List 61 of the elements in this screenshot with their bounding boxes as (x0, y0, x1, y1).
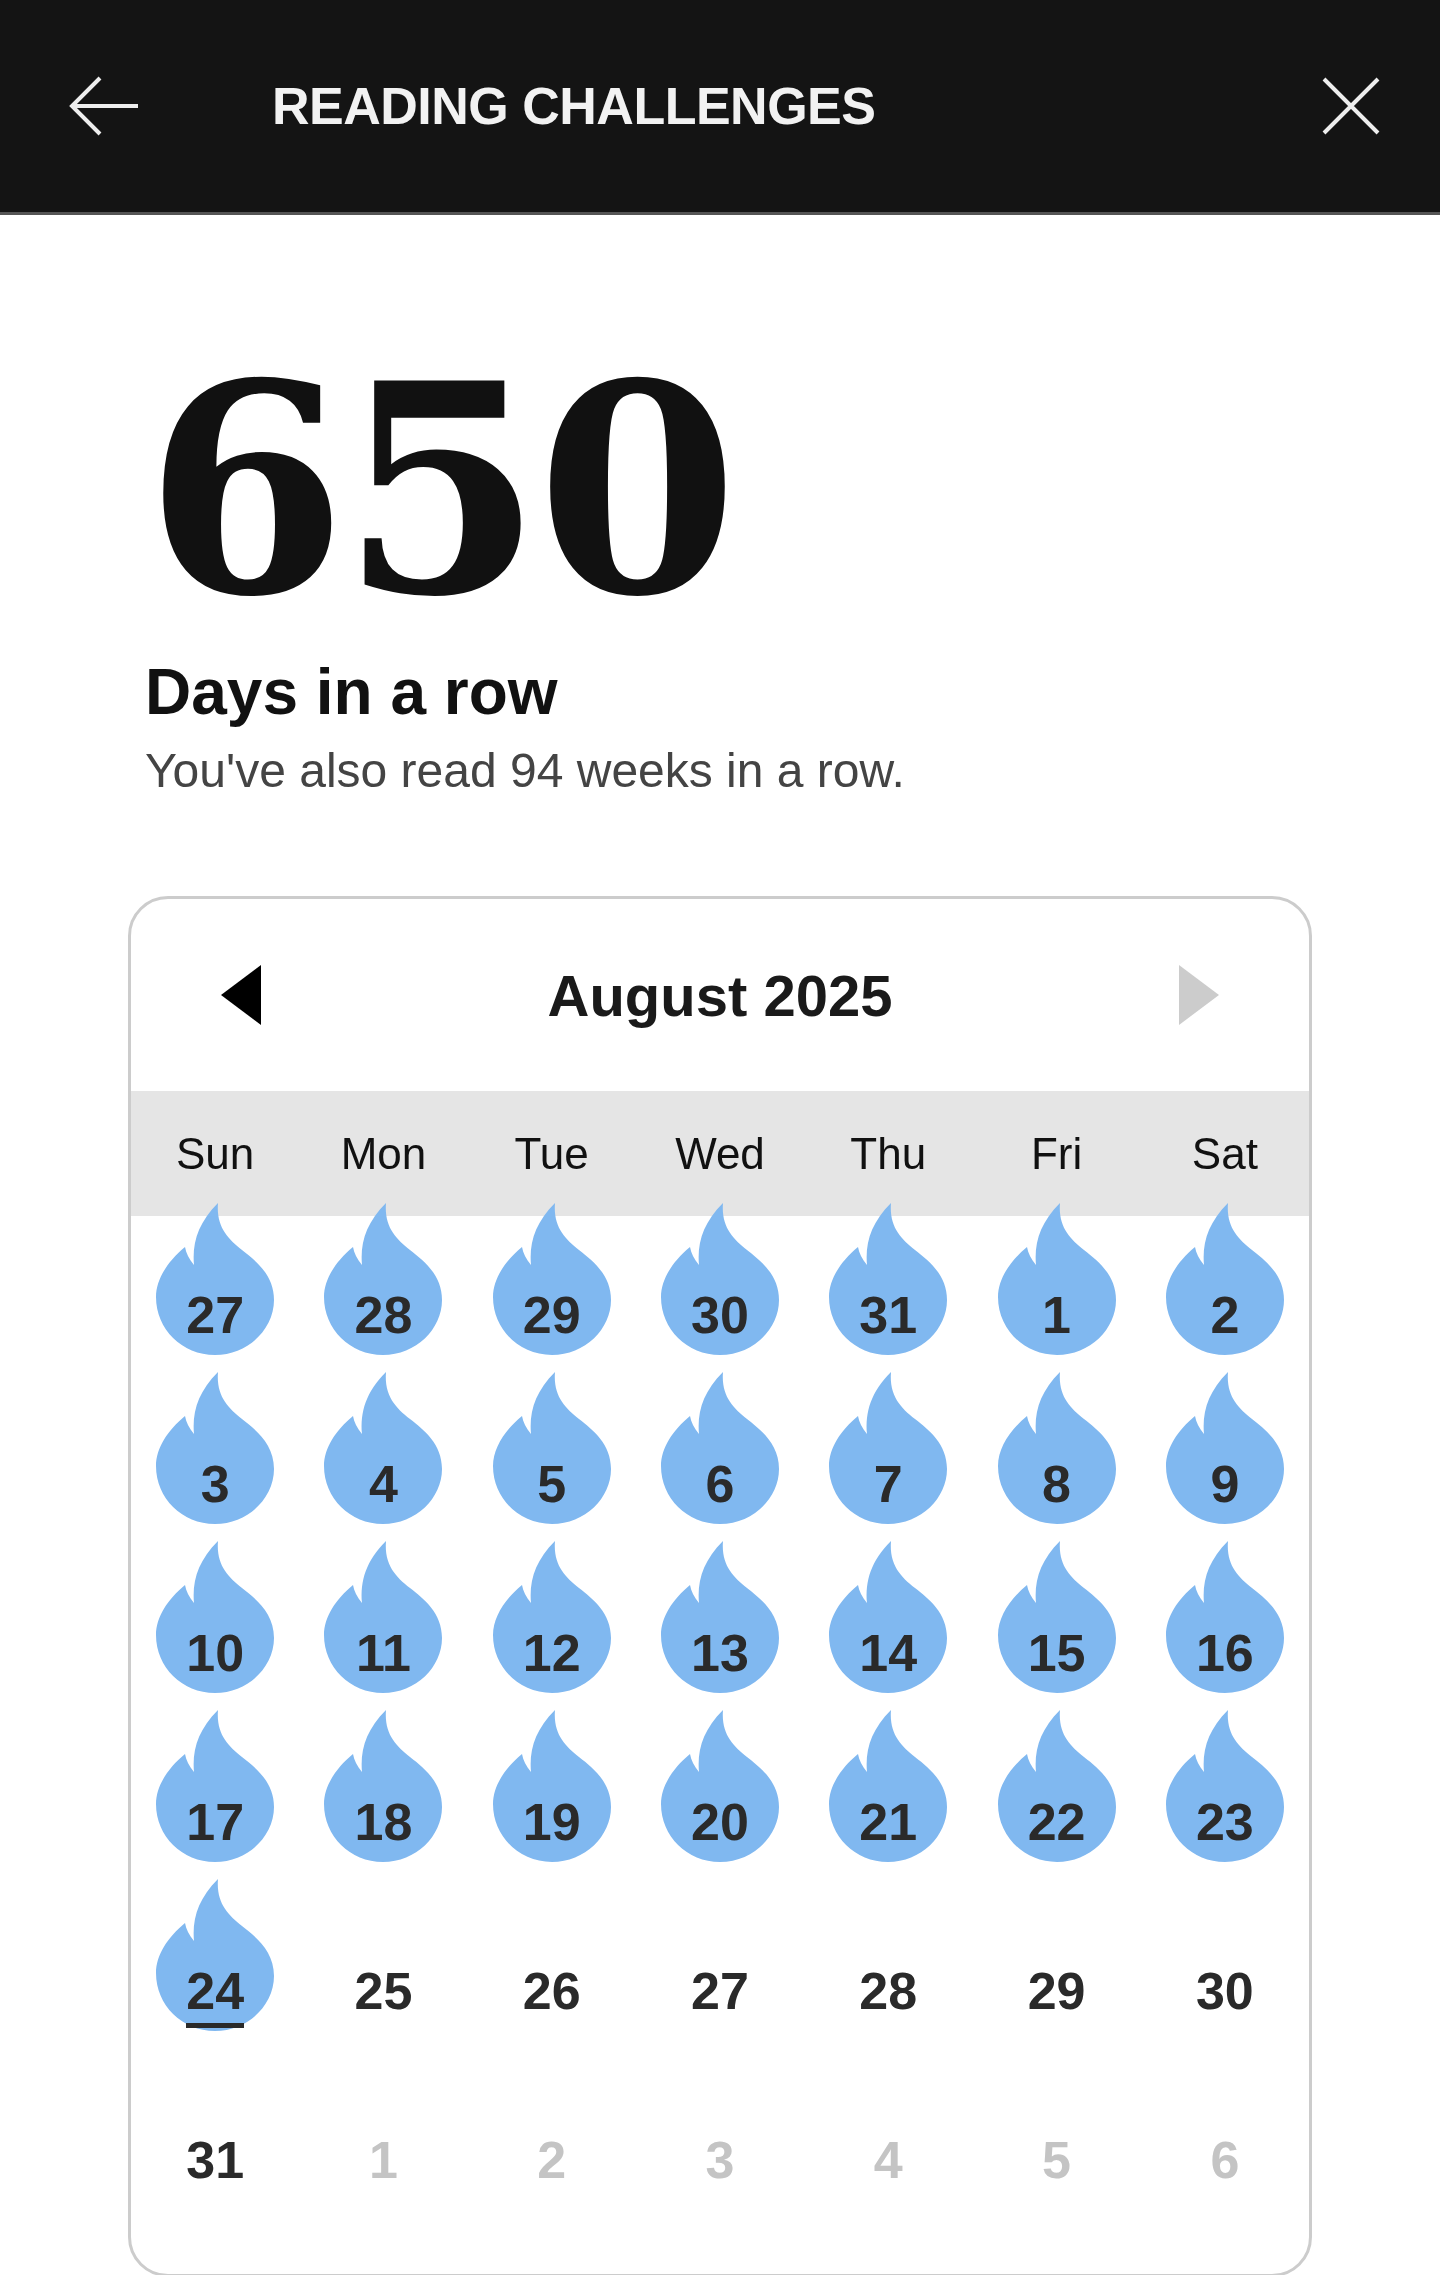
page-title: READING CHALLENGES (272, 76, 877, 136)
weekday-label: Mon (340, 1128, 427, 1179)
calendar-day[interactable]: 6 (705, 1457, 735, 1521)
calendar-day[interactable]: 9 (1210, 1457, 1240, 1521)
calendar-day[interactable]: 5 (537, 1457, 567, 1521)
flame-icon (829, 1540, 948, 1693)
calendar-day[interactable]: 31 (186, 2133, 245, 2197)
flame-icon (1165, 1709, 1284, 1862)
flame-icon (661, 1371, 779, 1524)
calendar-day[interactable]: 25 (354, 1964, 413, 2028)
flame-icon (1165, 1371, 1284, 1524)
flame-icon (997, 1371, 1116, 1524)
calendar-day[interactable]: 8 (1042, 1457, 1071, 1521)
back-icon[interactable] (68, 74, 140, 138)
flame-icon (661, 1709, 779, 1862)
flame-icon (1165, 1540, 1284, 1693)
flame-icon (492, 1371, 611, 1524)
flame-icon (156, 1878, 275, 2031)
flame-icon (324, 1709, 443, 1862)
flame-icon (997, 1202, 1116, 1355)
flame-icon (324, 1202, 443, 1355)
calendar-day[interactable]: 2 (1210, 1288, 1240, 1352)
flame-icon (829, 1371, 948, 1524)
flame-icon (492, 1202, 611, 1355)
close-icon[interactable] (1322, 77, 1380, 135)
calendar-day[interactable]: 7 (873, 1457, 903, 1521)
calendar-day[interactable]: 26 (522, 1964, 581, 2028)
flame-icon (156, 1709, 275, 1862)
streak-label: Days in a row (145, 655, 559, 729)
flame-icon (1165, 1202, 1284, 1355)
flame-icon (997, 1540, 1116, 1693)
flame-icon (492, 1709, 611, 1862)
flame-icon (661, 1202, 779, 1355)
weekday-label: Thu (850, 1128, 927, 1179)
calendar-day[interactable]: 1 (1042, 1288, 1071, 1352)
calendar-day[interactable]: 27 (691, 1964, 749, 2028)
flame-icon (156, 1371, 275, 1524)
weekday-label: Tue (514, 1128, 589, 1179)
flame-icon (661, 1540, 779, 1693)
streak-count: 650 (145, 365, 733, 615)
weekday-label: Fri (1030, 1128, 1083, 1179)
streak-subtitle: You've also read 94 weeks in a row. (145, 743, 906, 798)
previous-month-icon[interactable] (221, 965, 261, 1025)
weekday-label: Wed (675, 1128, 765, 1179)
flame-icon (829, 1202, 948, 1355)
flame-icon (829, 1709, 948, 1862)
weekday-label: Sat (1191, 1128, 1258, 1179)
flame-icon (997, 1709, 1116, 1862)
calendar-day[interactable]: 29 (1027, 1964, 1086, 2028)
calendar-day[interactable]: 3 (200, 1457, 230, 1521)
flame-icon (324, 1540, 443, 1693)
calendar-day[interactable]: 11 (355, 1626, 411, 1690)
weekday-label: Sun (176, 1128, 255, 1179)
flame-icon (492, 1540, 611, 1693)
calendar-day[interactable]: 28 (859, 1964, 918, 2028)
flame-icon (324, 1371, 443, 1524)
calendar-day[interactable]: 30 (1195, 1964, 1254, 2028)
flame-icon (156, 1540, 275, 1693)
month-title: August 2025 (547, 961, 893, 1029)
calendar-day[interactable]: 4 (368, 1457, 398, 1521)
flame-icon (156, 1202, 275, 1355)
